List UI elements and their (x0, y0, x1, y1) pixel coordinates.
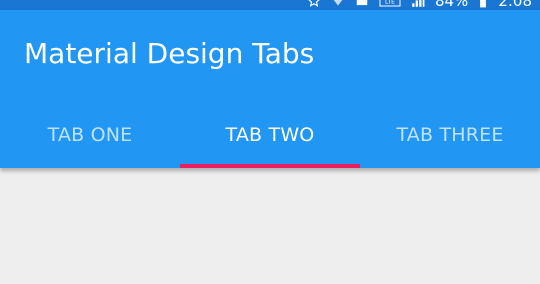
tab-content (0, 168, 540, 284)
signal-icon (411, 0, 425, 8)
tab-indicator (180, 164, 360, 168)
tab-bar: TAB ONE TAB TWO TAB THREE (0, 102, 540, 168)
tab-two[interactable]: TAB TWO (180, 102, 360, 168)
message-icon (355, 0, 369, 8)
clock: 2:08 (498, 0, 532, 10)
battery-percent: 84% (434, 0, 469, 10)
app-bar: Material Design Tabs TAB ONE TAB TWO TAB… (0, 10, 540, 168)
app-title: Material Design Tabs (24, 37, 315, 70)
svg-text:LTE: LTE (385, 0, 395, 6)
battery-icon (478, 0, 488, 8)
status-icons: LTE 84% 2:08 (307, 0, 532, 10)
wifi-icon (331, 0, 345, 8)
tab-one[interactable]: TAB ONE (0, 102, 180, 168)
lte-icon: LTE (379, 0, 401, 8)
tab-three[interactable]: TAB THREE (360, 102, 540, 168)
star-icon (307, 0, 321, 8)
status-bar: LTE 84% 2:08 (0, 0, 540, 10)
